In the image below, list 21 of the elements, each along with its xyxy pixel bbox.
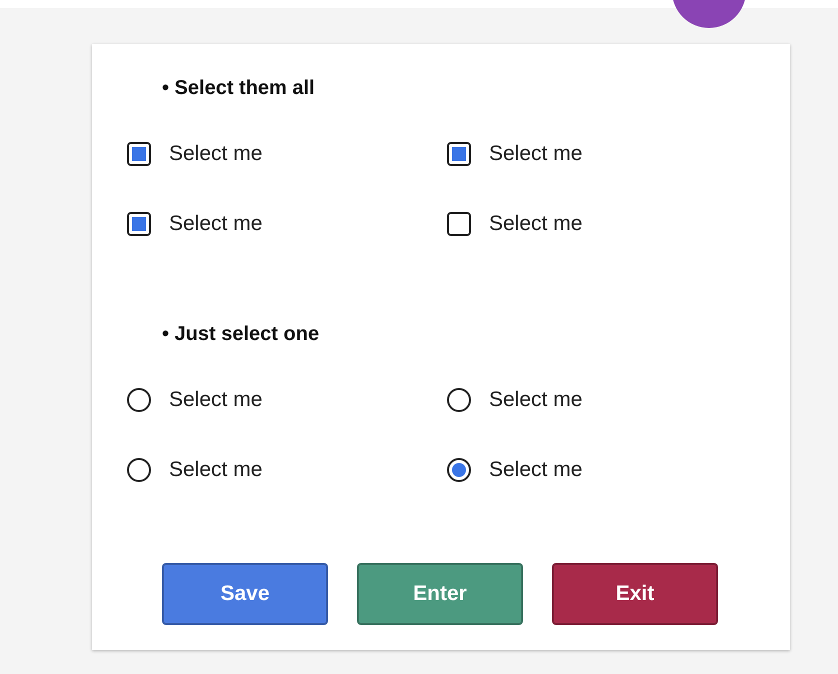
radio-button[interactable] xyxy=(447,458,471,482)
checkbox[interactable] xyxy=(447,212,471,236)
section-heading: • Just select one xyxy=(162,322,320,346)
option-label: Select me xyxy=(169,458,262,482)
radio-button[interactable] xyxy=(127,388,151,412)
action-button[interactable]: Exit xyxy=(552,563,718,625)
option-label: Select me xyxy=(169,212,262,236)
radio-button[interactable] xyxy=(127,458,151,482)
option-label: Select me xyxy=(489,212,582,236)
checkbox[interactable] xyxy=(127,212,151,236)
checkbox[interactable] xyxy=(447,142,471,166)
checkbox[interactable] xyxy=(127,142,151,166)
option-label: Select me xyxy=(489,388,582,412)
option-label: Select me xyxy=(489,458,582,482)
section-heading: • Select them all xyxy=(162,76,315,100)
option-label: Select me xyxy=(169,142,262,166)
option-label: Select me xyxy=(489,142,582,166)
radio-button[interactable] xyxy=(447,388,471,412)
action-button[interactable]: Enter xyxy=(357,563,523,625)
option-label: Select me xyxy=(169,388,262,412)
action-button[interactable]: Save xyxy=(162,563,328,625)
